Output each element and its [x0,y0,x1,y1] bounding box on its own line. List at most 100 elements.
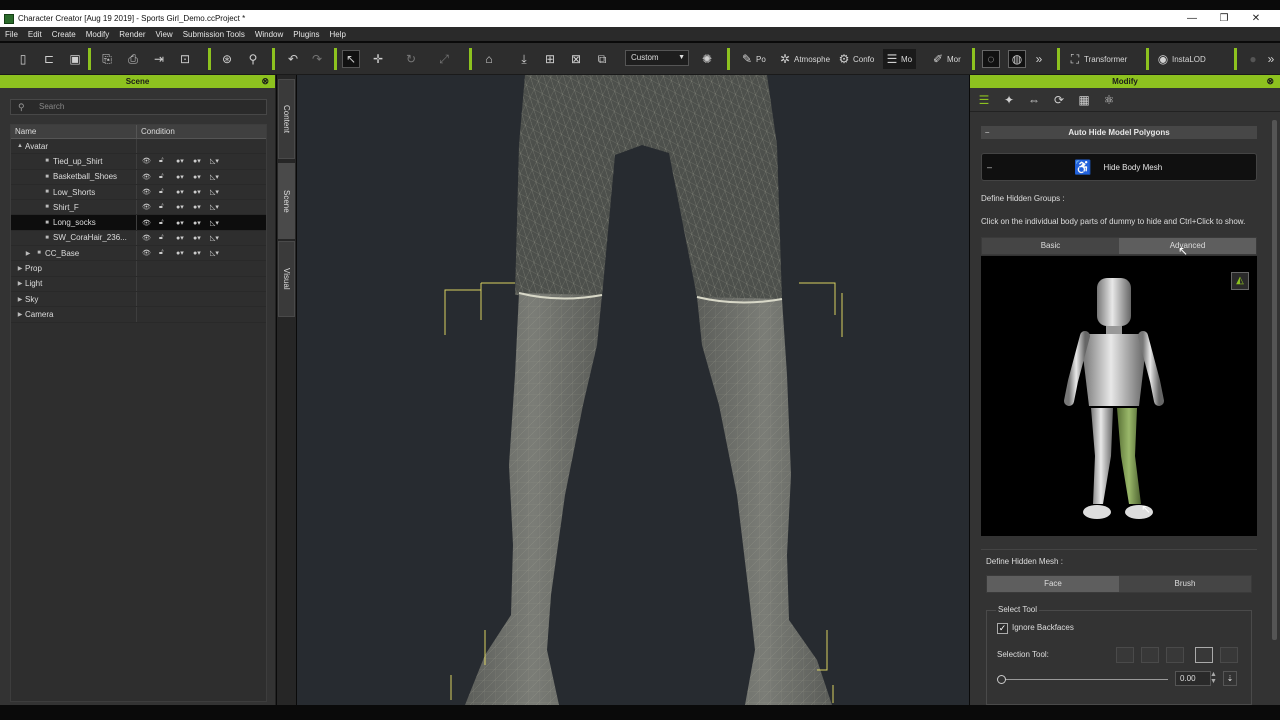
minimize-button[interactable]: — [1176,10,1208,27]
tab-basic[interactable]: Basic [982,238,1119,254]
collapsed-arrow-icon[interactable]: ▶ [23,250,33,257]
tree-row[interactable]: ▶ Camera [11,307,266,323]
redo-icon[interactable]: ↷ [308,50,326,68]
condition-column-header[interactable]: Condition [137,125,175,138]
tree-row[interactable]: ▲ Avatar [11,139,266,155]
menu-submission-tools[interactable]: Submission Tools [178,30,250,39]
send-icon[interactable]: ⇥ [150,50,168,68]
pose-tool-icon[interactable]: ⚲ [244,50,262,68]
restore-button[interactable]: ❐ [1208,10,1240,27]
package-icon[interactable]: ⊡ [176,50,194,68]
light-icon[interactable]: ✺ [698,50,716,68]
viewport-icon[interactable]: ⧉ [593,50,611,68]
brush-size-input[interactable]: 0.00 [1175,671,1211,686]
expanded-arrow-icon[interactable]: ▲ [15,143,25,149]
rotate-icon[interactable]: ↻ [402,50,420,68]
tree-row[interactable]: ▶ Light [11,276,266,292]
material-icon[interactable]: ●▾ [193,219,210,227]
mirror-icon[interactable]: ◭ [1231,272,1249,290]
menu-help[interactable]: Help [325,30,351,39]
render-icon[interactable]: ⊛ [218,50,236,68]
collapsed-arrow-icon[interactable]: ▶ [15,265,25,272]
scale-icon[interactable]: ⤢ [435,50,453,68]
menu-modify[interactable]: Modify [81,30,115,39]
undo-icon[interactable]: ↶ [284,50,302,68]
material-icon[interactable]: ●▾ [193,249,210,257]
lock-icon[interactable]: 🔓︎ [159,203,176,211]
tree-row[interactable]: ■ Shirt_F 👁︎ 🔓︎ ●▾ ●▾ ◺▾ [11,200,266,216]
modify-label[interactable]: Mo [901,55,912,64]
select-arrow-icon[interactable]: ↖ [342,50,360,68]
tree-row[interactable]: ▶ ■ CC_Base 👁︎ 🔓︎ ●▾ ●▾ ◺▾ [11,246,266,262]
collapsed-arrow-icon[interactable]: ▶ [15,311,25,318]
select-lasso-button[interactable] [1141,647,1159,663]
tab-brush[interactable]: Brush [1119,576,1251,592]
visibility-icon[interactable]: 👁︎ [142,219,159,227]
tab-face[interactable]: Face [987,576,1119,592]
shading-icon[interactable]: ●▾ [176,203,193,211]
3d-viewport[interactable] [297,75,969,705]
menu-render[interactable]: Render [114,30,150,39]
select-brush-button[interactable] [1166,647,1184,663]
conform-icon[interactable]: ◺▾ [210,219,227,227]
panel-close-icon[interactable]: ⊗ [261,75,269,88]
physics-atom-icon[interactable]: ⚛ [1100,91,1118,109]
material-icon[interactable]: ●▾ [193,203,210,211]
frame-icon[interactable]: ⊞ [541,50,559,68]
select-rect-button[interactable] [1116,647,1134,663]
material-icon[interactable]: ●▾ [193,234,210,242]
camera-preset-dropdown[interactable]: Custom ▼ [625,50,689,66]
sliders-icon[interactable]: ☰ [975,91,993,109]
conform-icon[interactable]: ◺▾ [210,249,227,257]
material-icon[interactable]: ●▾ [193,157,210,165]
brush-size-slider-track[interactable] [1000,679,1168,680]
tab-content[interactable]: Content [278,79,295,159]
export-icon[interactable]: ⎙ [124,50,142,68]
conform-label[interactable]: Confo [853,55,874,64]
shading-icon[interactable]: ●▾ [176,219,193,227]
xray-icon[interactable]: ◍ [1008,50,1026,68]
spinner-icon[interactable]: ▲ ▼ [1210,671,1217,685]
attribute-icon[interactable]: ⇔ [1025,91,1043,109]
conform-icon[interactable]: ◺▾ [210,188,227,196]
instalod-icon[interactable]: ◉ [1154,50,1172,68]
conform-icon[interactable]: ◺▾ [210,173,227,181]
save-icon[interactable]: ▣ [66,50,84,68]
menu-file[interactable]: File [0,30,23,39]
tree-row[interactable]: ■ Basketball_Shoes 👁︎ 🔓︎ ●▾ ●▾ ◺▾ [11,169,266,185]
panel-close-icon[interactable]: ⊗ [1266,75,1274,88]
drop-to-floor-icon[interactable]: ⤓ [515,50,533,68]
conform-icon[interactable]: ◺▾ [210,157,227,165]
visibility-icon[interactable]: 👁︎ [142,203,159,211]
move-icon[interactable]: ✛ [369,50,387,68]
wireframe-icon[interactable]: ◌ [982,50,1000,68]
motion-pose-icon[interactable]: ✦ [1000,91,1018,109]
tree-row[interactable]: ▶ Sky [11,291,266,308]
more-tools-icon[interactable]: » [1030,50,1048,68]
frame-selected-icon[interactable]: ⊠ [567,50,585,68]
menu-edit[interactable]: Edit [23,30,47,39]
pose-label[interactable]: Po [756,55,766,64]
brush-size-slider-knob[interactable] [997,675,1006,684]
atmosphere-label[interactable]: Atmosphe [794,55,830,64]
morph-label[interactable]: Mor [947,55,961,64]
shading-icon[interactable]: ●▾ [176,249,193,257]
import-icon[interactable]: ⎘ [98,50,116,68]
auto-hide-section-header[interactable]: – Auto Hide Model Polygons [981,126,1257,139]
atmosphere-icon[interactable]: ✲ [776,50,794,68]
modify-panel-icon[interactable]: ☰ [883,50,901,68]
visibility-icon[interactable]: 👁︎ [142,188,159,196]
tree-row[interactable]: ■ Low_Shorts 👁︎ 🔓︎ ●▾ ●▾ ◺▾ [11,184,266,201]
new-file-icon[interactable]: ▯ [14,50,32,68]
download-arrow-icon[interactable]: ⇣ [1223,671,1237,686]
transformer-icon[interactable]: ⛶ [1066,50,1084,68]
transformer-label[interactable]: Transformer [1084,55,1127,64]
lock-icon[interactable]: 🔓︎ [159,157,176,165]
visibility-icon[interactable]: 👁︎ [142,249,159,257]
menu-window[interactable]: Window [250,30,288,39]
lock-icon[interactable]: 🔓︎ [159,249,176,257]
dummy-body-selector[interactable]: ◭ [981,256,1257,536]
material-checker-icon[interactable]: ▦ [1075,91,1093,109]
lock-icon[interactable]: 🔓︎ [159,188,176,196]
modify-scrollbar[interactable] [1272,120,1277,640]
